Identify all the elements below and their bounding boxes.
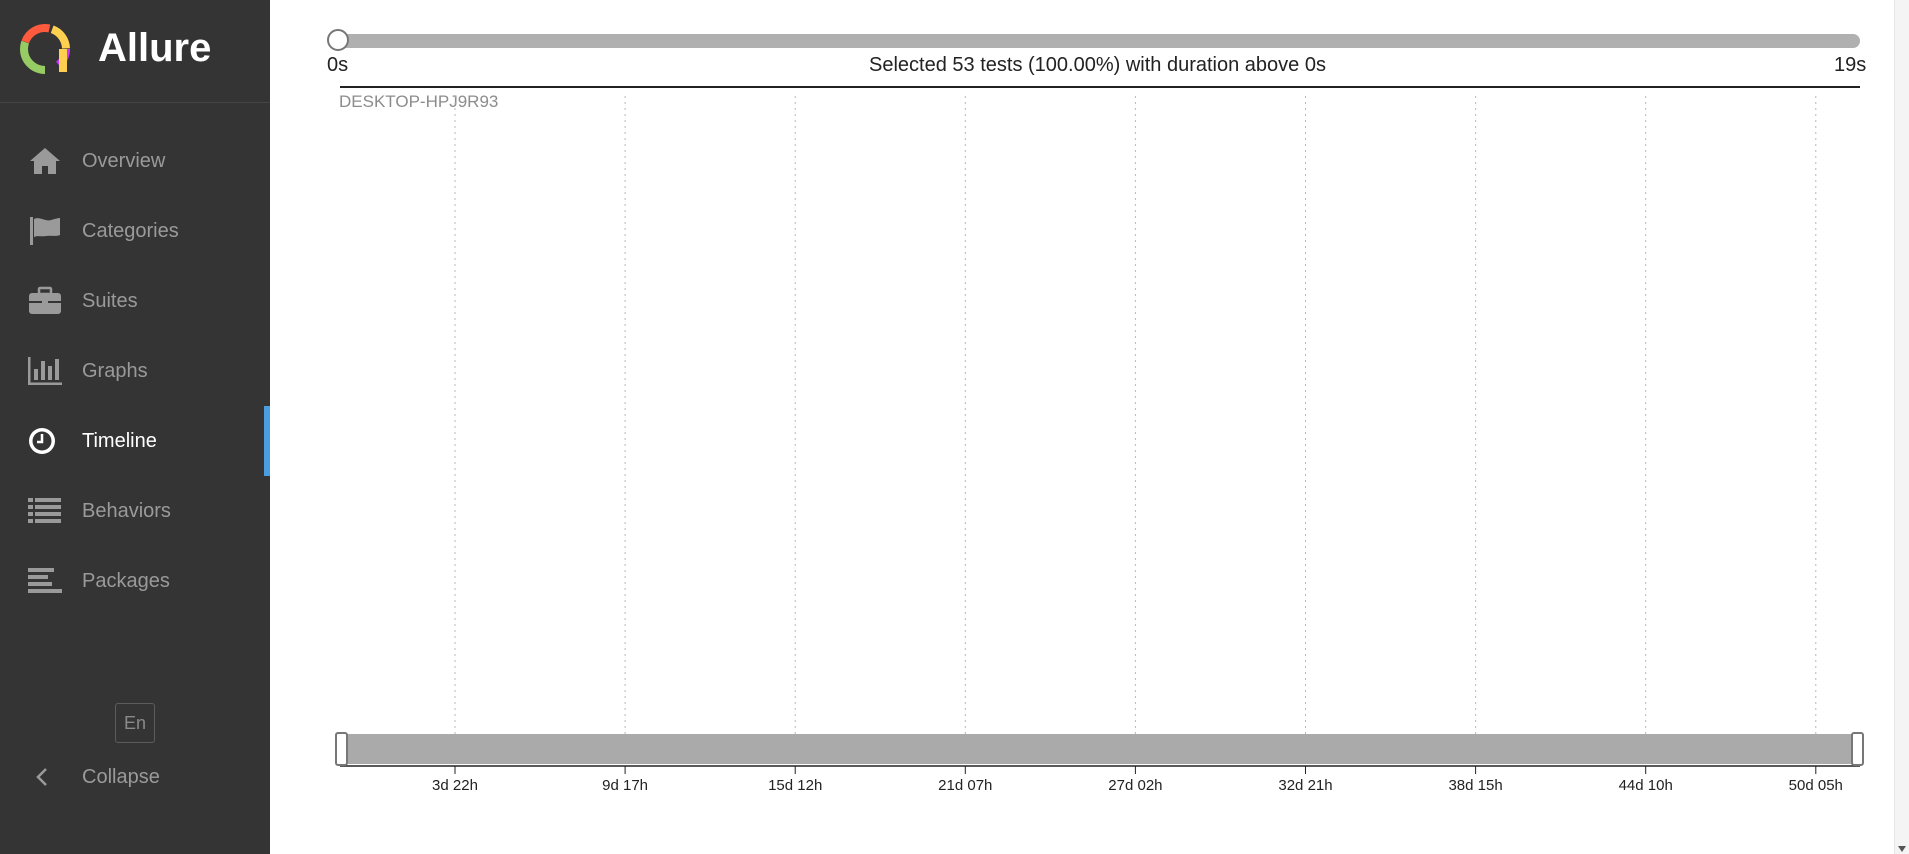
- collapse-button[interactable]: Collapse: [0, 752, 270, 802]
- language-button[interactable]: En: [115, 703, 155, 743]
- sidebar-item-behaviors[interactable]: Behaviors: [0, 476, 270, 546]
- briefcase-icon: [29, 286, 61, 314]
- sidebar: Allure Overview Categories Suites Graphs…: [0, 0, 270, 854]
- collapse-label: Collapse: [82, 766, 160, 788]
- vertical-scrollbar[interactable]: [1894, 0, 1909, 854]
- list-icon: [28, 498, 61, 523]
- tick-label: 9d 17h: [602, 777, 648, 794]
- tick-label: 44d 10h: [1619, 777, 1673, 794]
- sidebar-item-categories[interactable]: Categories: [0, 196, 270, 266]
- tick-label: 15d 12h: [768, 777, 822, 794]
- bar-chart-icon: [28, 357, 62, 385]
- home-icon: [30, 148, 60, 174]
- sidebar-item-label: Suites: [82, 290, 138, 312]
- sidebar-item-suites[interactable]: Suites: [0, 266, 270, 336]
- sidebar-item-label: Overview: [82, 150, 166, 172]
- sidebar-item-label: Timeline: [82, 430, 157, 452]
- sidebar-item-timeline[interactable]: Timeline: [0, 406, 270, 476]
- sidebar-item-label: Graphs: [82, 360, 148, 382]
- sidebar-item-packages[interactable]: Packages: [0, 546, 270, 616]
- tick-label: 32d 21h: [1278, 777, 1332, 794]
- align-left-icon: [28, 568, 62, 593]
- clock-icon: [29, 428, 55, 454]
- flag-icon: [30, 217, 60, 245]
- scroll-down-arrow-icon[interactable]: [1898, 846, 1906, 852]
- tick-label: 27d 02h: [1108, 777, 1162, 794]
- sidebar-item-overview[interactable]: Overview: [0, 126, 270, 196]
- allure-logo-icon[interactable]: [18, 22, 72, 76]
- tick-label: 50d 05h: [1789, 777, 1843, 794]
- sidebar-nav: Overview Categories Suites Graphs Timeli…: [0, 126, 270, 616]
- tick-label: 3d 22h: [432, 777, 478, 794]
- tick-label: 21d 07h: [938, 777, 992, 794]
- app-title[interactable]: Allure: [98, 24, 211, 72]
- timeline-panel: 0s Selected 53 tests (100.00%) with dura…: [270, 0, 1909, 854]
- sidebar-item-graphs[interactable]: Graphs: [0, 336, 270, 406]
- timeline-chart: 3d 22h 9d 17h 15d 12h 21d 07h 27d 02h 32d 21h…: [340, 96, 1860, 794]
- brush-right-handle[interactable]: [1851, 732, 1864, 766]
- brush-left-handle[interactable]: [335, 732, 348, 766]
- chevron-left-icon: [36, 768, 47, 786]
- sidebar-item-label: Behaviors: [82, 500, 171, 522]
- tick-label: 38d 15h: [1448, 777, 1502, 794]
- sidebar-item-label: Packages: [82, 570, 170, 592]
- timeline-brush[interactable]: [338, 734, 1860, 764]
- brand-header: Allure: [0, 0, 270, 103]
- sidebar-item-label: Categories: [82, 220, 179, 242]
